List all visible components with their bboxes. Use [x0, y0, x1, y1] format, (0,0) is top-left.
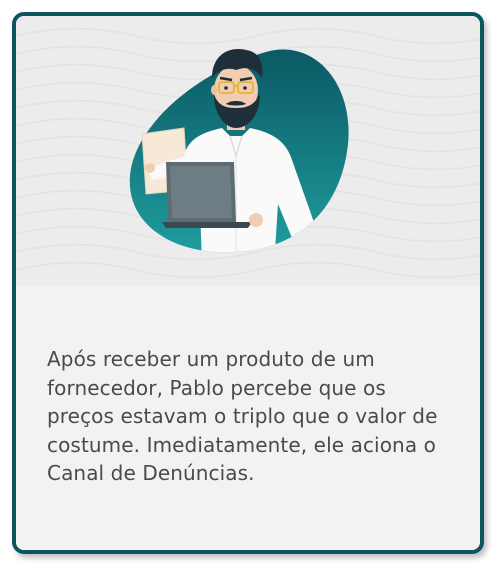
scenario-card: Após receber um produto de um fornecedor…: [12, 12, 484, 554]
caption-panel: Após receber um produto de um fornecedor…: [16, 286, 480, 550]
illustration-panel: [16, 16, 480, 286]
scenario-caption: Após receber um produto de um fornecedor…: [47, 347, 438, 485]
man-with-laptop-illustration: [16, 27, 480, 279]
